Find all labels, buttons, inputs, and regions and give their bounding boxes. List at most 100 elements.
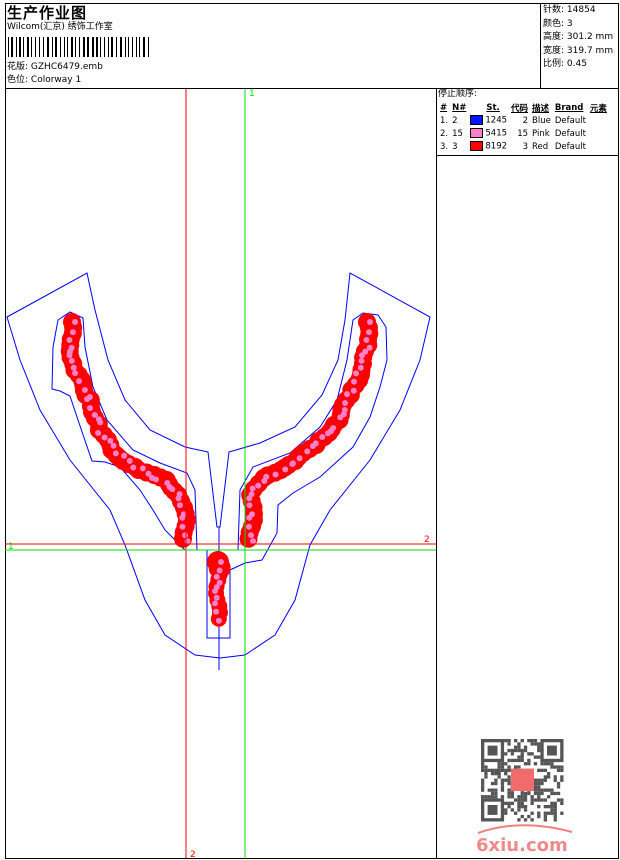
qr-module bbox=[520, 791, 524, 796]
qr-module bbox=[543, 798, 547, 802]
qr-module bbox=[497, 772, 501, 776]
qr-module bbox=[550, 801, 554, 805]
qr-module bbox=[553, 811, 557, 815]
qr-module bbox=[507, 801, 511, 805]
qr-module bbox=[537, 768, 541, 772]
qr-module bbox=[553, 818, 557, 822]
qr-module bbox=[537, 745, 541, 749]
qr-module bbox=[533, 755, 538, 759]
qr-module bbox=[494, 791, 498, 796]
qr-module bbox=[533, 762, 538, 766]
qr-module bbox=[507, 768, 511, 772]
qr-module bbox=[553, 775, 557, 779]
qr-module bbox=[537, 755, 541, 759]
qr-module bbox=[490, 781, 495, 786]
qr-module bbox=[543, 775, 547, 779]
qr-module bbox=[520, 752, 524, 756]
qr-module bbox=[527, 762, 531, 766]
qr-module bbox=[490, 791, 495, 796]
qr-module bbox=[533, 742, 538, 746]
qr-module bbox=[527, 758, 531, 763]
qr-module bbox=[481, 778, 485, 782]
qr-module bbox=[550, 788, 554, 792]
qr-module bbox=[550, 762, 554, 766]
qr-module bbox=[510, 752, 514, 756]
qr-module bbox=[504, 801, 508, 805]
qr-module bbox=[500, 762, 505, 766]
qr-module bbox=[560, 801, 564, 805]
qr-module bbox=[560, 778, 564, 782]
qr-module bbox=[500, 778, 505, 782]
qr-module bbox=[543, 768, 547, 772]
qr-module bbox=[507, 775, 511, 779]
qr-module bbox=[543, 762, 547, 766]
qr-module bbox=[537, 805, 541, 809]
qr-module bbox=[504, 762, 508, 766]
qr-module bbox=[537, 788, 541, 792]
qr-module bbox=[533, 778, 538, 782]
qr-module bbox=[523, 798, 528, 802]
qr-module bbox=[537, 785, 541, 789]
qr-module bbox=[533, 798, 538, 802]
qr-module bbox=[481, 768, 485, 772]
qr-module bbox=[533, 785, 538, 789]
seal-stamp bbox=[511, 769, 534, 791]
qr-module bbox=[484, 765, 488, 769]
qr-module bbox=[553, 801, 557, 805]
qr-module bbox=[510, 791, 514, 796]
qr-module bbox=[540, 791, 544, 796]
qr-module bbox=[500, 795, 505, 799]
qr-module bbox=[507, 805, 511, 809]
qr-module bbox=[547, 795, 551, 799]
qr-module bbox=[494, 788, 498, 792]
qr-module bbox=[550, 805, 554, 809]
qr-module bbox=[533, 739, 538, 743]
qr-module bbox=[484, 795, 488, 799]
qr-module bbox=[517, 745, 521, 749]
qr-module bbox=[507, 791, 511, 796]
qr-module bbox=[484, 768, 488, 772]
qr-module bbox=[560, 768, 564, 772]
qr-module bbox=[543, 778, 547, 782]
qr-module bbox=[533, 791, 538, 796]
qr-module bbox=[500, 785, 505, 789]
qr-module bbox=[550, 765, 554, 769]
qr-module bbox=[500, 781, 505, 786]
qr-module bbox=[537, 814, 541, 819]
qr-module bbox=[500, 788, 505, 792]
qr-module bbox=[507, 739, 511, 743]
qr-module bbox=[547, 775, 551, 779]
qr-module bbox=[514, 745, 518, 749]
qr-module bbox=[550, 808, 554, 812]
qr-module bbox=[514, 758, 518, 763]
qr-module bbox=[517, 765, 521, 769]
production-worksheet: 生产作业图 Wilcom(汇京) 绣饰工作室 花版: GZHC6479.emb … bbox=[0, 0, 620, 860]
qr-module bbox=[500, 768, 505, 772]
qr-module bbox=[550, 811, 554, 815]
qr-module bbox=[543, 805, 547, 809]
qr-module bbox=[556, 791, 561, 796]
qr-module bbox=[494, 772, 498, 776]
qr-module bbox=[514, 765, 518, 769]
qr-module bbox=[517, 808, 521, 812]
qr-module bbox=[537, 778, 541, 782]
qr-module bbox=[553, 791, 557, 796]
qr-module bbox=[530, 795, 534, 799]
qr-module bbox=[497, 775, 501, 779]
qr-module bbox=[560, 798, 564, 802]
qr-module bbox=[494, 768, 498, 772]
qr-module bbox=[537, 791, 541, 796]
qr-module bbox=[497, 768, 501, 772]
qr-module bbox=[547, 772, 551, 776]
qr-module bbox=[510, 801, 514, 805]
qr-module bbox=[527, 752, 531, 756]
qr-module bbox=[547, 762, 551, 766]
qr-module bbox=[504, 739, 508, 743]
qr-module bbox=[481, 765, 485, 769]
qr-module bbox=[510, 808, 514, 812]
qr-module bbox=[527, 814, 531, 819]
qr-module bbox=[481, 788, 485, 792]
qr-module bbox=[484, 772, 488, 776]
qr-module bbox=[510, 795, 514, 799]
qr-module bbox=[543, 814, 547, 819]
